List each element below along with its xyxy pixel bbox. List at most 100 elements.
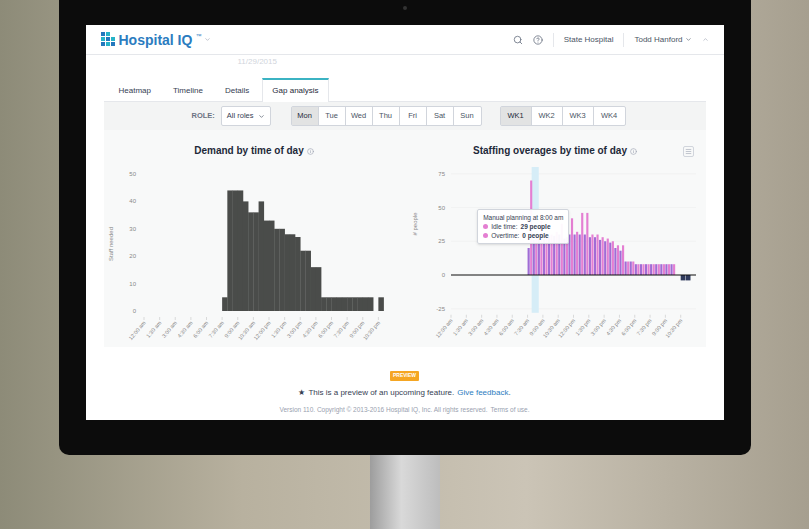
idle-bar[interactable]	[644, 264, 646, 275]
day-button[interactable]: Thu	[373, 107, 400, 124]
idle-bar[interactable]	[527, 248, 529, 275]
demand-bar[interactable]	[362, 297, 368, 311]
idle-bar[interactable]	[655, 264, 657, 275]
week-button[interactable]: WK4	[594, 107, 625, 124]
idle-bar[interactable]	[652, 264, 654, 275]
user-menu[interactable]: Todd Hanford	[634, 34, 691, 46]
demand-bar[interactable]	[367, 297, 373, 311]
collapse-icon[interactable]	[702, 36, 709, 43]
day-button[interactable]: Sat	[427, 107, 454, 124]
demand-bar[interactable]	[295, 237, 301, 311]
demand-bar[interactable]	[149, 311, 155, 312]
facility-name[interactable]: State Hospital	[564, 34, 614, 46]
idle-bar[interactable]	[642, 264, 644, 275]
idle-bar[interactable]	[632, 262, 634, 276]
idle-bar[interactable]	[662, 264, 664, 275]
idle-bar[interactable]	[616, 245, 618, 275]
overtime-bar[interactable]	[685, 275, 690, 280]
idle-bar[interactable]	[670, 264, 672, 275]
feedback-link[interactable]: Give feedback	[457, 388, 508, 397]
demand-bar[interactable]	[154, 311, 160, 312]
idle-bar[interactable]	[591, 235, 593, 276]
demand-bar[interactable]	[211, 311, 217, 312]
idle-bar[interactable]	[563, 239, 565, 275]
demand-bar[interactable]	[383, 311, 389, 312]
search-icon[interactable]	[513, 35, 523, 45]
idle-bar[interactable]	[593, 237, 595, 275]
demand-bar[interactable]	[305, 251, 311, 311]
week-button[interactable]: WK2	[532, 107, 563, 124]
demand-bar[interactable]	[336, 297, 342, 311]
demand-bar[interactable]	[237, 190, 243, 311]
idle-bar[interactable]	[657, 264, 659, 275]
idle-bar[interactable]	[570, 218, 572, 275]
demand-bar[interactable]	[341, 297, 347, 311]
idle-bar[interactable]	[639, 264, 641, 275]
demand-bar[interactable]	[378, 297, 384, 311]
idle-bar[interactable]	[599, 240, 601, 275]
tab[interactable]: Heatmap	[110, 78, 160, 102]
demand-bar[interactable]	[232, 190, 238, 311]
idle-bar[interactable]	[583, 235, 585, 276]
chevron-down-icon[interactable]	[204, 36, 211, 43]
idle-bar[interactable]	[665, 264, 667, 275]
idle-bar[interactable]	[537, 239, 539, 275]
demand-bar[interactable]	[388, 311, 394, 312]
demand-bar[interactable]	[326, 297, 332, 311]
chart-menu-button[interactable]	[683, 146, 694, 157]
day-button[interactable]: Wed	[346, 107, 373, 124]
idle-bar[interactable]	[627, 262, 629, 276]
demand-bar[interactable]	[352, 297, 358, 311]
idle-bar[interactable]	[542, 239, 544, 275]
demand-bar[interactable]	[253, 212, 259, 311]
demand-bar[interactable]	[347, 297, 353, 311]
demand-bar[interactable]	[206, 311, 212, 312]
idle-bar[interactable]	[578, 235, 580, 276]
demand-bar[interactable]	[201, 311, 207, 312]
week-button[interactable]: WK3	[563, 107, 594, 124]
idle-bar[interactable]	[667, 264, 669, 275]
day-button[interactable]: Mon	[292, 107, 319, 124]
idle-bar[interactable]	[634, 264, 636, 275]
role-select[interactable]: All roles	[221, 106, 271, 125]
day-button[interactable]: Sun	[454, 107, 481, 124]
idle-bar[interactable]	[573, 235, 575, 276]
demand-bar[interactable]	[190, 311, 196, 312]
demand-bar[interactable]	[185, 311, 191, 312]
demand-bar[interactable]	[279, 229, 285, 311]
idle-bar[interactable]	[614, 248, 616, 275]
tab[interactable]: Details	[216, 78, 258, 102]
idle-bar[interactable]	[629, 262, 631, 276]
demand-bar[interactable]	[310, 267, 316, 311]
day-button[interactable]: Fri	[400, 107, 427, 124]
idle-bar[interactable]	[647, 264, 649, 275]
demand-bar[interactable]	[373, 311, 379, 312]
demand-bar[interactable]	[289, 234, 295, 311]
logo[interactable]: Hospital IQ™	[101, 32, 212, 47]
demand-bar[interactable]	[357, 297, 363, 311]
demand-bar[interactable]	[300, 251, 306, 311]
idle-bar[interactable]	[673, 264, 675, 275]
idle-bar[interactable]	[624, 262, 626, 276]
idle-bar[interactable]	[588, 237, 590, 275]
help-icon[interactable]	[533, 35, 543, 45]
demand-bar[interactable]	[164, 311, 170, 312]
tab[interactable]: Timeline	[164, 78, 212, 102]
terms-link[interactable]: Terms of use.	[491, 405, 530, 415]
demand-bar[interactable]	[248, 212, 254, 311]
idle-bar[interactable]	[650, 264, 652, 275]
demand-bar[interactable]	[216, 311, 222, 312]
info-icon[interactable]	[630, 148, 637, 155]
idle-bar[interactable]	[660, 264, 662, 275]
idle-bar[interactable]	[604, 241, 606, 275]
tab[interactable]: Gap analysis	[262, 78, 328, 102]
chevron-down-icon[interactable]	[685, 36, 692, 43]
demand-bar[interactable]	[196, 311, 202, 312]
idle-bar[interactable]	[619, 251, 621, 275]
idle-bar[interactable]	[621, 245, 623, 275]
demand-bar[interactable]	[159, 311, 165, 312]
week-button[interactable]: WK1	[501, 107, 532, 124]
idle-bar[interactable]	[606, 239, 608, 275]
demand-bar[interactable]	[321, 297, 327, 311]
idle-bar[interactable]	[637, 264, 639, 275]
